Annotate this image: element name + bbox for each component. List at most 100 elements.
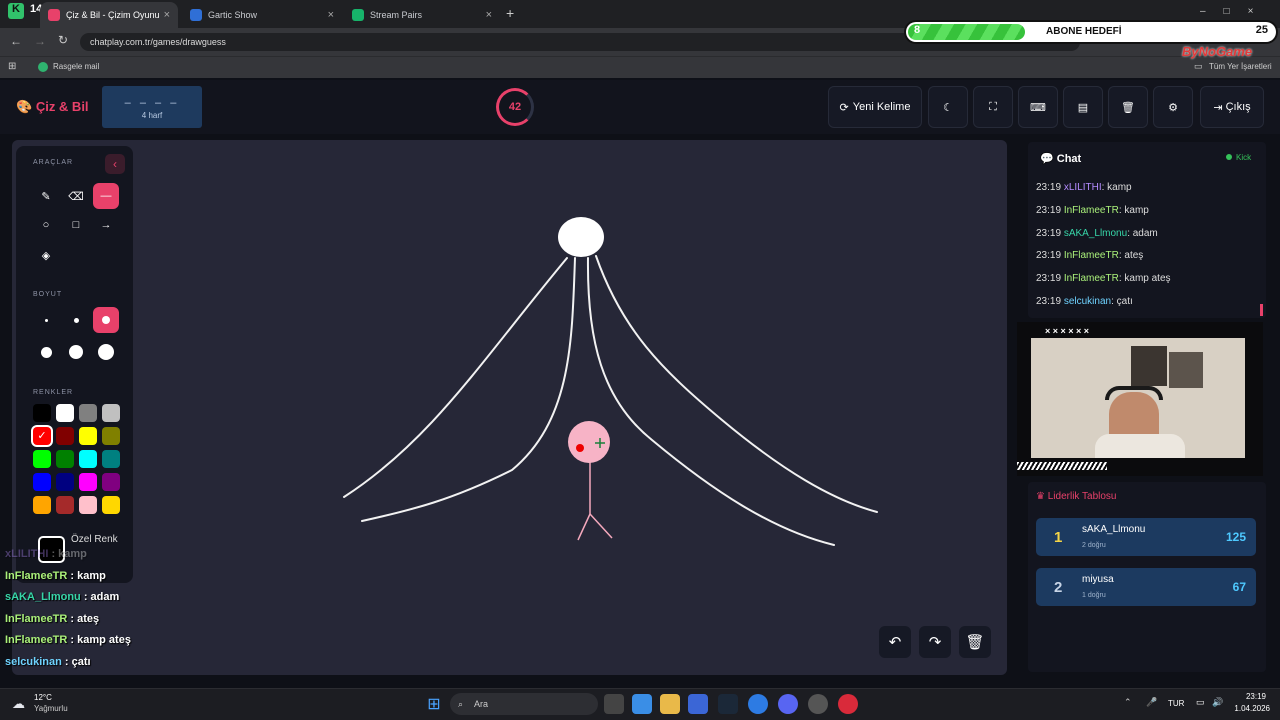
color-swatch[interactable] [79, 473, 97, 491]
chat-user[interactable]: xLILITHI [1064, 182, 1102, 193]
word-hint-box: – – – – 4 harf [102, 86, 202, 128]
bookmark-rasgele-mail[interactable]: Rasgele mail [53, 62, 99, 71]
size-4[interactable] [33, 339, 59, 365]
size-6[interactable] [93, 339, 119, 365]
arrow-tool[interactable]: → [93, 212, 119, 238]
chat-user[interactable]: InFlameeTR [1064, 273, 1119, 284]
language-indicator[interactable]: TUR [1168, 699, 1184, 708]
overlay-chat-user: InFlameeTR [5, 612, 68, 625]
color-swatch[interactable] [56, 404, 74, 422]
exit-button[interactable]: ⇥ Çıkış [1200, 86, 1264, 128]
status-dot [1226, 154, 1232, 160]
obs-icon[interactable] [808, 694, 828, 714]
store-icon[interactable] [688, 694, 708, 714]
color-swatch[interactable] [33, 450, 51, 468]
dark-mode-button[interactable]: ☾ [928, 86, 968, 128]
clear-canvas-button[interactable]: 🗑 [959, 626, 991, 658]
fill-tool[interactable]: ◈ [33, 242, 59, 268]
circle-tool[interactable]: ○ [33, 212, 59, 238]
color-swatch[interactable] [33, 496, 51, 514]
delete-button[interactable]: 🗑 [1108, 86, 1148, 128]
size-title: BOYUT [33, 291, 63, 298]
brush-tool[interactable]: ✎ [33, 183, 59, 209]
overlay-chat-line: InFlameeTR : kamp [5, 570, 106, 582]
close-icon[interactable]: × [328, 9, 334, 21]
windows-start-icon[interactable]: ⊞ [424, 694, 444, 714]
clock-time[interactable]: 23:19 [1230, 692, 1266, 701]
kick-icon[interactable]: K [8, 3, 24, 19]
task-view-icon[interactable] [604, 694, 624, 714]
fullscreen-button[interactable]: ⛶ [973, 86, 1013, 128]
color-swatch[interactable] [79, 404, 97, 422]
chat-time: 23:19 [1036, 182, 1064, 193]
color-swatch[interactable] [102, 404, 120, 422]
apps-icon[interactable]: ⊞ [8, 61, 16, 72]
mic-icon[interactable]: 🎤 [1146, 697, 1157, 708]
close-icon[interactable]: × [486, 9, 492, 21]
size-5[interactable] [63, 339, 89, 365]
color-swatch[interactable]: ✓ [33, 427, 51, 445]
color-swatch[interactable] [79, 496, 97, 514]
color-swatch[interactable] [79, 450, 97, 468]
eraser-tool[interactable]: ⌫ [63, 183, 89, 209]
color-swatch[interactable] [56, 427, 74, 445]
chat-user[interactable]: InFlameeTR [1064, 250, 1119, 261]
reload-icon[interactable]: ↻ [58, 33, 68, 47]
tab-cizbil[interactable]: Çiz & Bil - Çizim Oyunu × [40, 2, 178, 28]
color-swatch[interactable] [56, 473, 74, 491]
color-swatch[interactable] [56, 496, 74, 514]
tab-gartic[interactable]: Gartic Show × [182, 2, 342, 28]
chat-message: 23:19 selcukinan: çatı [1036, 296, 1133, 307]
forward-icon[interactable]: → [34, 34, 46, 48]
color-swatch[interactable] [102, 473, 120, 491]
goal-label: ABONE HEDEFİ [1046, 26, 1122, 37]
steam-icon[interactable] [718, 694, 738, 714]
color-palette: ✓ [33, 404, 125, 518]
discord-icon[interactable] [778, 694, 798, 714]
close-icon[interactable]: × [164, 9, 170, 21]
color-swatch[interactable] [56, 450, 74, 468]
app-logo[interactable]: 🎨 Çiz & Bil [16, 99, 89, 115]
color-swatch[interactable] [79, 427, 97, 445]
tray-overflow-icon[interactable]: ⌃ [1124, 697, 1132, 708]
chat-time: 23:19 [1036, 227, 1064, 239]
scrollbar[interactable] [1260, 304, 1263, 316]
network-icon[interactable]: ▭ [1196, 697, 1205, 708]
chrome-icon[interactable] [748, 694, 768, 714]
size-2[interactable] [63, 307, 89, 333]
stroke [577, 513, 591, 541]
weather-temp[interactable]: 12°C [34, 693, 52, 702]
file-explorer-icon[interactable] [660, 694, 680, 714]
tab-stream-pairs[interactable]: Stream Pairs × [344, 2, 500, 28]
size-1[interactable] [33, 307, 59, 333]
chat-text: : adam [1127, 227, 1158, 239]
color-swatch[interactable] [102, 450, 120, 468]
redo-button[interactable]: ↷ [919, 626, 951, 658]
copilot-icon[interactable] [632, 694, 652, 714]
chat-source: Kick [1236, 153, 1252, 162]
line-tool[interactable]: — [93, 183, 119, 209]
volume-icon[interactable]: 🔊 [1212, 697, 1223, 708]
size-3[interactable] [93, 307, 119, 333]
chat-user[interactable]: sAKA_Llmonu [1064, 228, 1127, 239]
color-swatch[interactable] [102, 496, 120, 514]
all-bookmarks[interactable]: Tüm Yer İşaretleri [1209, 62, 1272, 71]
new-word-button[interactable]: ⟳ Yeni Kelime [828, 86, 922, 128]
rectangle-tool[interactable]: □ [63, 212, 89, 238]
color-swatch[interactable] [33, 404, 51, 422]
collapse-button[interactable]: ‹ [105, 154, 125, 174]
undo-button[interactable]: ↶ [879, 626, 911, 658]
taskbar-search[interactable]: ⌕ Ara [450, 693, 598, 715]
color-swatch[interactable] [102, 427, 120, 445]
color-swatch[interactable] [33, 473, 51, 491]
settings-button[interactable]: ⚙ [1153, 86, 1193, 128]
chat-user[interactable]: InFlameeTR [1064, 205, 1119, 216]
window-controls[interactable]: –□× [1200, 6, 1271, 17]
redo-icon: ↷ [928, 634, 942, 651]
chat-user[interactable]: selcukinan [1064, 296, 1111, 307]
archive-button[interactable]: ▤ [1063, 86, 1103, 128]
new-tab-button[interactable]: + [506, 5, 514, 21]
keyboard-button[interactable]: ⌨ [1018, 86, 1058, 128]
back-icon[interactable]: ← [10, 34, 22, 48]
app-icon[interactable] [838, 694, 858, 714]
